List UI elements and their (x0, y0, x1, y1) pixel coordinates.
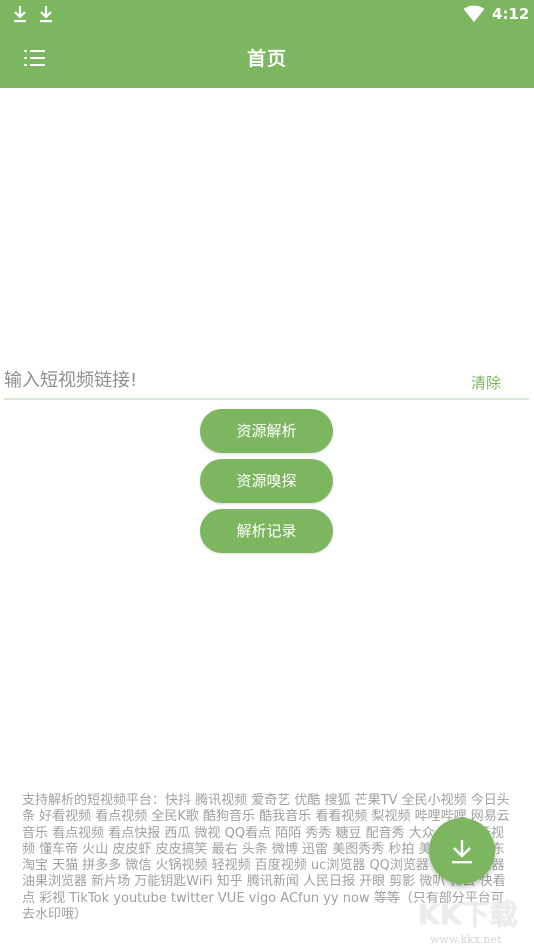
status-time: 4:12 (492, 5, 530, 23)
wifi-icon (463, 5, 485, 22)
download-notification-icon (40, 6, 52, 23)
parse-resource-button[interactable]: 资源解析 (200, 409, 333, 453)
clear-button[interactable]: 清除 (471, 372, 501, 393)
watermark-site: www.kkx.net (430, 933, 502, 946)
link-input-row: 清除 (4, 364, 529, 400)
watermark: KK下载 www.kkx.net (418, 893, 530, 949)
page-title: 首页 (246, 48, 287, 70)
download-notification-icon (14, 6, 26, 23)
download-icon (452, 840, 472, 864)
status-bar: 4:12 (0, 0, 534, 28)
download-fab[interactable] (429, 818, 495, 884)
video-link-input[interactable] (4, 364, 444, 396)
watermark-logo: KK下载 (418, 898, 518, 931)
parse-history-button[interactable]: 解析记录 (200, 509, 333, 553)
sniff-resource-button[interactable]: 资源嗅探 (200, 459, 333, 503)
app-bar: 首页 (0, 28, 534, 88)
